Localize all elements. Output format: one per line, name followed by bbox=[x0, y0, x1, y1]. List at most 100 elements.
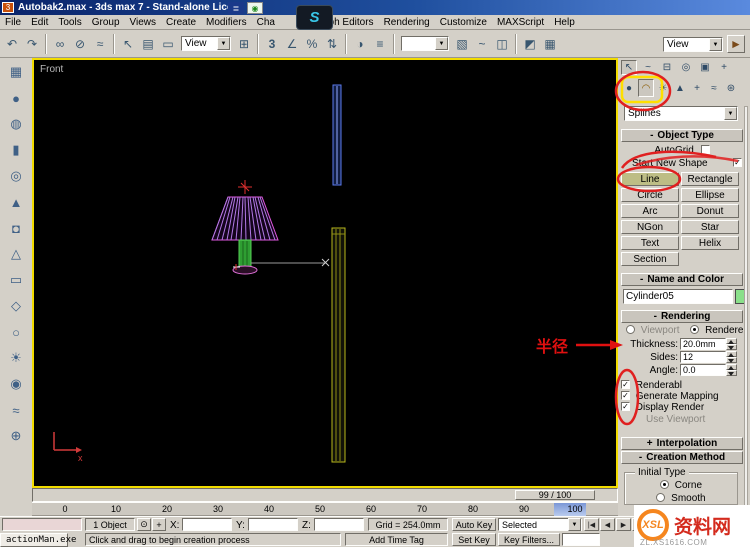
autogrid-checkbox[interactable] bbox=[700, 145, 710, 154]
render-scene-icon[interactable]: ▦ bbox=[540, 34, 560, 54]
donut-button[interactable]: Donut bbox=[681, 204, 739, 218]
window-crossing-icon[interactable]: ⊞ bbox=[234, 34, 254, 54]
previous-frame-icon[interactable]: ◀ bbox=[600, 518, 615, 531]
thickness-spinner[interactable] bbox=[726, 338, 737, 350]
geometry-category-icon[interactable]: ● bbox=[621, 79, 637, 97]
key-mode-combo[interactable]: Selected ▼ bbox=[498, 518, 582, 531]
title-bar[interactable]: 3 Autobak2.max - 3ds max 7 - Stand-alone… bbox=[0, 0, 750, 15]
star-button[interactable]: Star bbox=[681, 220, 739, 234]
viewport-render-combo[interactable]: View ▼ bbox=[663, 37, 723, 52]
smooth-radio[interactable] bbox=[656, 493, 666, 502]
lamp-shade-object[interactable] bbox=[211, 196, 279, 241]
tube-primitive-icon[interactable]: ◘ bbox=[5, 218, 27, 238]
display-render-checkbox[interactable]: ✓ bbox=[621, 402, 630, 411]
tray-icon-1[interactable]: ≣ bbox=[228, 2, 244, 14]
frame-number-field[interactable] bbox=[562, 533, 600, 546]
viewport-radio[interactable] bbox=[626, 325, 635, 334]
arc-button[interactable]: Arc bbox=[621, 204, 679, 218]
lights-tool-icon[interactable]: ☀ bbox=[5, 348, 27, 368]
quick-render-icon[interactable]: ► bbox=[727, 35, 745, 53]
time-slider-track[interactable]: 99 / 100 bbox=[32, 488, 618, 502]
set-key-button[interactable]: Set Key bbox=[452, 533, 496, 546]
schematic-view-icon[interactable]: ◫ bbox=[492, 34, 512, 54]
space-warp-tool-icon[interactable]: ≈ bbox=[5, 400, 27, 420]
lights-category-icon[interactable]: ☀ bbox=[655, 79, 671, 97]
name-color-rollout-header[interactable]: - Name and Color bbox=[621, 273, 743, 286]
text-button[interactable]: Text bbox=[621, 236, 679, 250]
spline-type-combo[interactable]: Splines ▼ bbox=[624, 106, 738, 121]
create-tab-icon[interactable]: ↖ bbox=[621, 60, 637, 75]
material-editor-icon[interactable]: ◩ bbox=[520, 34, 540, 54]
ellipse-button[interactable]: Ellipse bbox=[681, 188, 739, 202]
spinner-snap-icon[interactable]: ⇅ bbox=[322, 34, 342, 54]
mirror-icon[interactable]: ◑ bbox=[350, 34, 370, 54]
line-button[interactable]: Line bbox=[621, 172, 679, 186]
pyramid-primitive-icon[interactable]: △ bbox=[5, 244, 27, 264]
menu-tools[interactable]: Tools bbox=[53, 15, 86, 30]
play-icon[interactable]: ▶ bbox=[616, 518, 631, 531]
sphere-primitive-icon[interactable]: ● bbox=[5, 88, 27, 108]
menu-help[interactable]: Help bbox=[549, 15, 580, 30]
chevron-down-icon[interactable]: ▼ bbox=[709, 38, 722, 51]
named-selection-combo[interactable]: ▼ bbox=[401, 36, 449, 51]
panel-scrollbar[interactable] bbox=[744, 106, 748, 506]
absolute-offset-icon[interactable]: + bbox=[152, 518, 166, 531]
corner-radio[interactable] bbox=[659, 480, 669, 489]
cone-primitive-icon[interactable]: ▲ bbox=[5, 192, 27, 212]
menu-edit[interactable]: Edit bbox=[26, 15, 53, 30]
menu-create[interactable]: Create bbox=[161, 15, 201, 30]
cylinder-primitive-icon[interactable]: ▮ bbox=[5, 140, 27, 160]
redo-icon[interactable]: ↷ bbox=[22, 34, 42, 54]
menu-views[interactable]: Views bbox=[125, 15, 162, 30]
section-button[interactable]: Section bbox=[621, 252, 679, 266]
auto-key-button[interactable]: Auto Key bbox=[452, 518, 496, 531]
sides-field[interactable]: 12 bbox=[680, 351, 726, 363]
viewport-label[interactable]: Front bbox=[40, 64, 63, 75]
select-object-icon[interactable]: ↖ bbox=[118, 34, 138, 54]
align-icon[interactable]: ≡ bbox=[370, 34, 390, 54]
curve-editor-icon[interactable]: ~ bbox=[472, 34, 492, 54]
hierarchy-tab-icon[interactable]: ⊟ bbox=[659, 60, 675, 75]
rendering-rollout-header[interactable]: - Rendering bbox=[621, 310, 743, 323]
key-filters-button[interactable]: Key Filters... bbox=[498, 533, 560, 546]
shapes-tool-icon[interactable]: ○ bbox=[5, 322, 27, 342]
menu-modifiers[interactable]: Modifiers bbox=[201, 15, 252, 30]
selection-region-icon[interactable]: ▭ bbox=[158, 34, 178, 54]
max-swirl-logo-icon[interactable]: S bbox=[296, 5, 333, 30]
menu-group[interactable]: Group bbox=[87, 15, 125, 30]
cameras-tool-icon[interactable]: ◉ bbox=[5, 374, 27, 394]
add-time-tag[interactable]: Add Time Tag bbox=[345, 533, 448, 546]
cameras-category-icon[interactable]: ▲ bbox=[672, 79, 688, 97]
angle-snap-icon[interactable]: ∠ bbox=[282, 34, 302, 54]
circle-button[interactable]: Circle bbox=[621, 188, 679, 202]
go-to-start-icon[interactable]: |◀ bbox=[584, 518, 599, 531]
time-slider-handle[interactable]: 99 / 100 bbox=[515, 490, 595, 500]
chevron-down-icon[interactable]: ▼ bbox=[568, 518, 581, 531]
selection-filter-combo[interactable]: View ▼ bbox=[181, 36, 231, 51]
object-name-field[interactable]: Cylinder05 bbox=[623, 289, 733, 304]
lamp-stand-object[interactable] bbox=[238, 239, 252, 268]
bind-to-space-warp-icon[interactable]: ≈ bbox=[90, 34, 110, 54]
renderable-checkbox[interactable]: ✓ bbox=[621, 380, 630, 389]
snap-toggle-3d-icon[interactable]: 3 bbox=[262, 34, 282, 54]
maxscript-mini-listener[interactable] bbox=[2, 518, 82, 531]
geosphere-primitive-icon[interactable]: ◍ bbox=[5, 114, 27, 134]
taskbar-item[interactable]: actionMan.exe bbox=[0, 533, 76, 547]
space-warps-category-icon[interactable]: ≈ bbox=[706, 79, 722, 97]
thickness-field[interactable]: 20.0mm bbox=[680, 338, 726, 350]
utilities-tab-icon[interactable]: + bbox=[716, 60, 732, 75]
unlink-selection-icon[interactable]: ⊘ bbox=[70, 34, 90, 54]
percent-snap-icon[interactable]: % bbox=[302, 34, 322, 54]
track-bar[interactable]: 0 10 20 30 40 50 60 70 80 90 100 bbox=[32, 502, 618, 516]
menu-customize[interactable]: Customize bbox=[435, 15, 492, 30]
motion-tab-icon[interactable]: ◎ bbox=[678, 60, 694, 75]
menu-maxscript[interactable]: MAXScript bbox=[492, 15, 549, 30]
viewport-front[interactable]: Front x bbox=[32, 58, 618, 488]
yellow-pole-object[interactable] bbox=[331, 227, 346, 463]
undo-icon[interactable]: ↶ bbox=[2, 34, 22, 54]
ngon-button[interactable]: NGon bbox=[621, 220, 679, 234]
select-and-link-icon[interactable]: ∞ bbox=[50, 34, 70, 54]
teapot-primitive-icon[interactable]: ◇ bbox=[5, 296, 27, 316]
shapes-category-icon[interactable]: ◠ bbox=[638, 79, 654, 97]
menu-rendering[interactable]: Rendering bbox=[379, 15, 435, 30]
